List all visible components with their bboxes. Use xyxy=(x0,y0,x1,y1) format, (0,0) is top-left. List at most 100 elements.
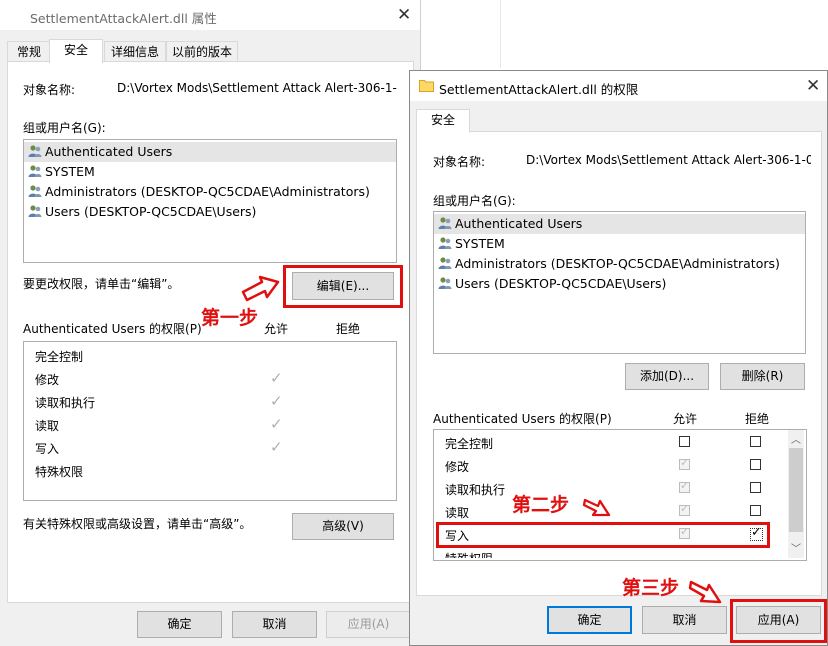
chevron-down-icon[interactable]: ﹀ xyxy=(791,540,801,555)
permission-name: 特殊权限 xyxy=(35,465,84,479)
permissions-window: SettlementAttackAlert.dll 的权限 ✕ 安全 对象名称:… xyxy=(409,70,828,646)
outline-arrow-icon xyxy=(688,580,722,604)
ok-button[interactable]: 确定 xyxy=(547,606,632,634)
user-name: Users (DESKTOP-QC5CDAE\Users) xyxy=(45,204,257,219)
step2-label: 第二步 xyxy=(512,494,570,516)
permission-name: 完全控制 xyxy=(35,350,84,364)
tab-security[interactable]: 安全 xyxy=(416,109,470,133)
group-label: 组或用户名(G): xyxy=(433,194,516,208)
user-name: SYSTEM xyxy=(455,236,505,251)
list-item[interactable]: Users (DESKTOP-QC5CDAE\Users) xyxy=(24,202,396,222)
tab-security[interactable]: 安全 xyxy=(49,39,103,63)
deny-checkbox[interactable] xyxy=(750,436,761,447)
tab-label: 以前的版本 xyxy=(171,45,232,59)
permission-row-clipped: 特殊权限 xyxy=(434,550,764,558)
advanced-button[interactable]: 高级(V) xyxy=(292,513,394,540)
user-name: Users (DESKTOP-QC5CDAE\Users) xyxy=(455,276,667,291)
permission-name: 读取 xyxy=(35,419,60,433)
deny-checkbox[interactable] xyxy=(750,505,761,516)
step1-label: 第一步 xyxy=(201,307,259,329)
tab-label: 安全 xyxy=(63,43,88,57)
background-divider xyxy=(500,0,501,68)
user-name: Authenticated Users xyxy=(45,144,173,159)
folder-icon xyxy=(419,80,434,92)
allow-header: 允许 xyxy=(264,322,289,336)
allow-header: 允许 xyxy=(673,412,698,426)
close-icon[interactable]: ✕ xyxy=(397,7,411,24)
user-list[interactable]: Authenticated Users SYSTEM Administrator… xyxy=(433,211,806,354)
users-group-icon xyxy=(438,237,452,249)
permission-name: 特殊权限 xyxy=(445,550,493,558)
outline-arrow-icon xyxy=(241,275,280,302)
chevron-up-icon[interactable]: ︿ xyxy=(791,431,801,446)
permission-name: 修改 xyxy=(35,373,60,387)
tab-previous-versions[interactable]: 以前的版本 xyxy=(166,41,238,62)
users-group-icon xyxy=(28,145,42,157)
apply-button[interactable]: 应用(A) xyxy=(326,611,411,638)
tab-label: 常规 xyxy=(16,45,41,59)
object-name-value: D:\Vortex Mods\Settlement Attack Alert-3… xyxy=(117,81,397,95)
step1-highlight xyxy=(283,265,403,308)
cancel-button[interactable]: 取消 xyxy=(232,611,317,638)
list-item[interactable]: Administrators (DESKTOP-QC5CDAE\Administ… xyxy=(434,254,805,274)
tab-label: 安全 xyxy=(430,113,455,127)
allow-checkbox[interactable]: ✓ xyxy=(679,456,690,470)
checkmark-icon: ✓ xyxy=(270,415,283,433)
tab-details[interactable]: 详细信息 xyxy=(104,41,166,62)
list-item[interactable]: SYSTEM xyxy=(434,234,805,254)
permission-name: 读取和执行 xyxy=(35,396,96,410)
checkmark-icon: ✓ xyxy=(680,479,690,492)
users-group-icon xyxy=(438,217,452,229)
tab-label: 详细信息 xyxy=(110,45,159,59)
object-name-value: D:\Vortex Mods\Settlement Attack Alert-3… xyxy=(526,153,811,167)
object-name-label: 对象名称: xyxy=(433,155,486,169)
properties-titlebar: SettlementAttackAlert.dll 属性 ✕ xyxy=(0,0,420,30)
change-hint: 要更改权限，请单击“编辑”。 xyxy=(23,277,180,291)
perm-title: Authenticated Users 的权限(P) xyxy=(23,322,202,336)
list-item[interactable]: Users (DESKTOP-QC5CDAE\Users) xyxy=(434,274,805,294)
allow-checkbox[interactable] xyxy=(679,436,690,447)
checkmark-icon: ✓ xyxy=(680,502,690,515)
close-icon[interactable]: ✕ xyxy=(806,78,820,95)
scrollbar-thumb[interactable] xyxy=(789,448,803,532)
users-group-icon xyxy=(438,277,452,289)
permission-name: 写入 xyxy=(35,442,60,456)
permissions-title: SettlementAttackAlert.dll 的权限 xyxy=(439,82,639,97)
step3-highlight xyxy=(730,599,827,643)
object-name-label: 对象名称: xyxy=(23,83,76,97)
permission-name: 读取 xyxy=(445,506,470,520)
checkmark-icon: ✓ xyxy=(270,369,283,387)
permission-name: 修改 xyxy=(445,460,470,474)
users-group-icon xyxy=(438,257,452,269)
cancel-button[interactable]: 取消 xyxy=(642,606,727,634)
user-list[interactable]: Authenticated Users SYSTEM Administrator… xyxy=(23,139,397,263)
user-name: Administrators (DESKTOP-QC5CDAE\Administ… xyxy=(45,184,370,199)
users-group-icon xyxy=(28,165,42,177)
deny-checkbox[interactable] xyxy=(750,459,761,470)
permissions-titlebar: SettlementAttackAlert.dll 的权限 ✕ xyxy=(410,71,827,101)
deny-checkbox[interactable] xyxy=(750,482,761,493)
remove-button[interactable]: 删除(R) xyxy=(720,363,805,390)
advanced-hint: 有关特殊权限或高级设置，请单击“高级”。 xyxy=(23,517,252,531)
ok-button[interactable]: 确定 xyxy=(137,611,222,638)
checkmark-icon: ✓ xyxy=(270,438,283,456)
checkmark-icon: ✓ xyxy=(270,392,283,410)
step3-label: 第三步 xyxy=(622,577,680,599)
add-button[interactable]: 添加(D)... xyxy=(625,363,709,390)
allow-checkbox[interactable]: ✓ xyxy=(679,479,690,493)
deny-header: 拒绝 xyxy=(336,322,361,336)
perm-title: Authenticated Users 的权限(P) xyxy=(433,412,612,426)
permission-name: 读取和执行 xyxy=(445,483,506,497)
list-item[interactable]: Authenticated Users xyxy=(24,142,396,162)
properties-title: SettlementAttackAlert.dll 属性 xyxy=(30,11,217,26)
group-label: 组或用户名(G): xyxy=(23,121,106,135)
checkmark-icon: ✓ xyxy=(680,456,690,469)
scrollbar[interactable]: ︿ ﹀ xyxy=(788,430,804,558)
user-name: Administrators (DESKTOP-QC5CDAE\Administ… xyxy=(455,256,780,271)
list-item[interactable]: SYSTEM xyxy=(24,162,396,182)
tab-general[interactable]: 常规 xyxy=(7,41,51,62)
allow-checkbox[interactable]: ✓ xyxy=(679,502,690,516)
users-group-icon xyxy=(28,205,42,217)
list-item[interactable]: Administrators (DESKTOP-QC5CDAE\Administ… xyxy=(24,182,396,202)
list-item[interactable]: Authenticated Users xyxy=(434,214,805,234)
